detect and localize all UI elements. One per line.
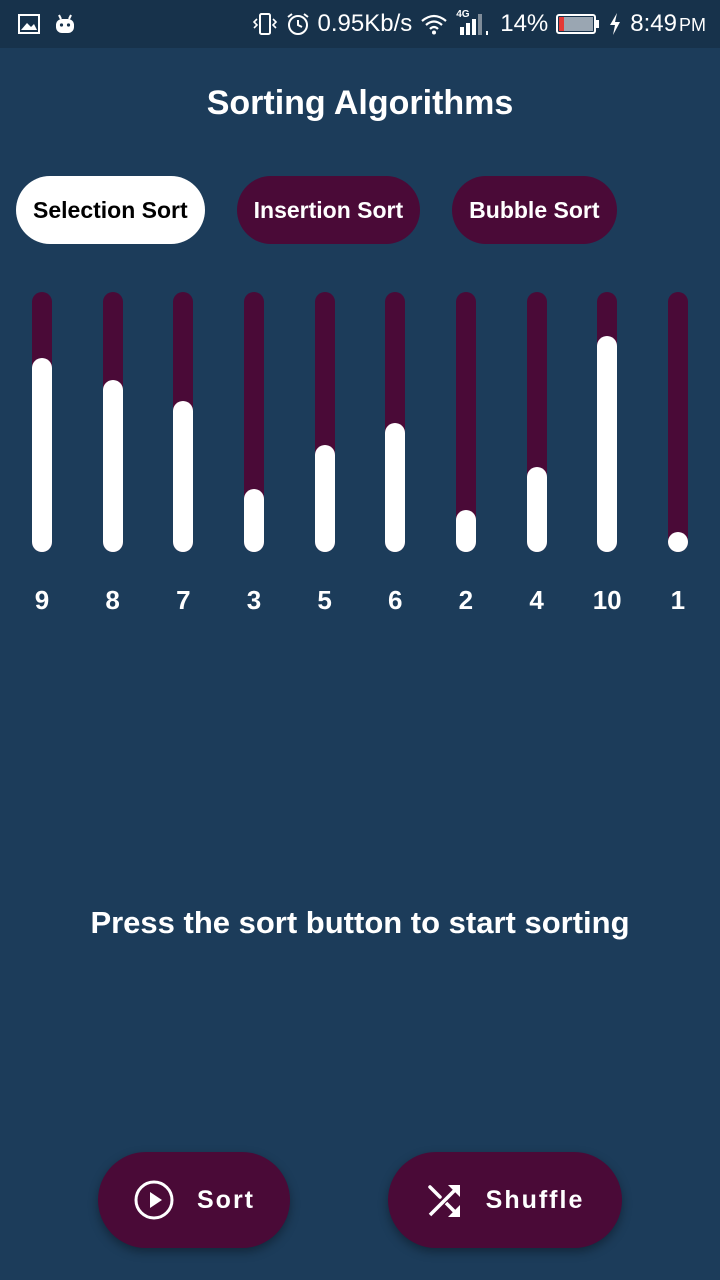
bar-fill	[32, 357, 52, 552]
bar-value-label: 10	[592, 585, 622, 615]
chip-selection-sort[interactable]: Selection Sort	[16, 176, 205, 244]
bar-fill	[455, 510, 476, 552]
bar-fill	[526, 466, 547, 552]
wifi-icon	[420, 13, 448, 35]
bar-value-label: 5	[317, 585, 332, 615]
clock-suffix: PM	[679, 15, 706, 35]
bar-track	[455, 292, 476, 552]
signal-icon: 4G	[456, 9, 492, 37]
bar-track	[102, 292, 123, 552]
bar-value-label: 9	[34, 585, 50, 615]
bar-track	[526, 292, 547, 552]
bar-value-label: 4	[529, 585, 544, 615]
bar-fill	[173, 401, 194, 552]
status-bar: 0.95Kb/s 4G 14% 8:49 PM	[0, 0, 720, 48]
bar-value-label: 7	[176, 585, 191, 615]
network-speed: 0.95Kb/s	[317, 10, 413, 37]
shuffle-button[interactable]: Shuffle	[388, 1152, 622, 1248]
bar-fill	[314, 444, 335, 552]
play-icon	[133, 1179, 175, 1221]
sort-button[interactable]: Sort	[98, 1152, 290, 1248]
bar-track	[243, 292, 264, 552]
bar-value-label: 1	[670, 585, 686, 615]
alarm-icon	[286, 12, 310, 36]
bars-chart	[0, 292, 720, 552]
bar-track	[314, 292, 335, 552]
bar-track	[667, 292, 688, 552]
vibrate-icon	[252, 12, 278, 36]
battery-icon	[556, 13, 600, 35]
bar-track	[385, 292, 406, 552]
shuffle-icon	[426, 1181, 464, 1219]
bar-fill	[102, 379, 123, 552]
battery-percent: 14%	[500, 10, 549, 37]
charging-icon	[608, 12, 622, 36]
algorithm-selector: Selection Sort Insertion Sort Bubble Sor…	[16, 176, 617, 244]
clock: 8:49 PM	[630, 10, 706, 38]
shuffle-button-label: Shuffle	[485, 1185, 585, 1214]
image-icon	[18, 14, 40, 34]
page-title: Sorting Algorithms	[206, 84, 514, 122]
instruction-text: Press the sort button to start sorting	[90, 905, 630, 940]
bar-fill	[243, 488, 264, 552]
bar-value-label: 2	[458, 585, 474, 615]
bar-value-label: 6	[388, 585, 403, 615]
clock-time: 8:49	[630, 10, 677, 37]
bar-track	[32, 292, 52, 552]
android-icon	[54, 13, 76, 35]
sort-button-label: Sort	[197, 1185, 255, 1214]
bar-value-label: 8	[105, 585, 120, 615]
bar-fill	[597, 336, 618, 552]
bar-value-label: 3	[246, 585, 262, 615]
bar-fill	[667, 532, 688, 552]
chip-insertion-sort[interactable]: Insertion Sort	[236, 176, 421, 244]
bar-fill	[385, 423, 406, 552]
chip-bubble-sort[interactable]: Bubble Sort	[452, 176, 617, 244]
bar-track	[597, 292, 618, 552]
bar-track	[173, 292, 194, 552]
